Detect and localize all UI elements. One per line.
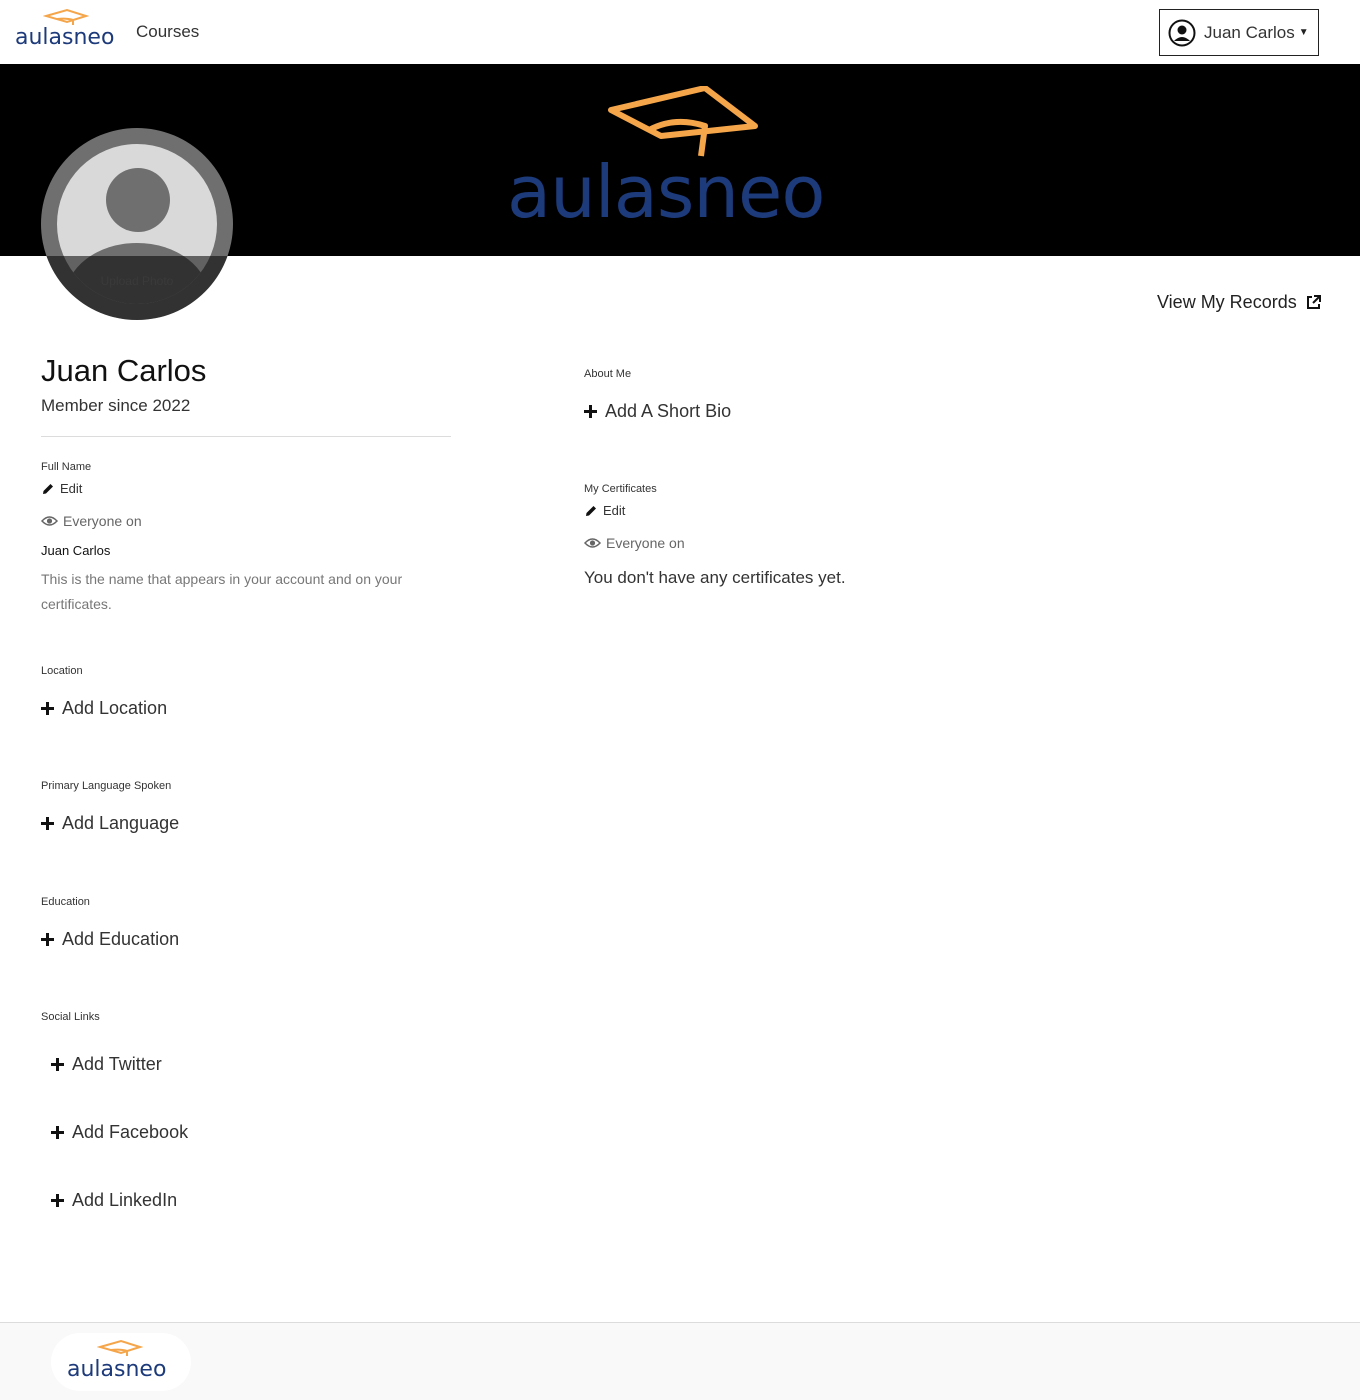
eye-icon bbox=[41, 516, 58, 526]
avatar-head bbox=[106, 168, 170, 232]
plus-icon bbox=[41, 702, 54, 715]
add-twitter-button[interactable]: Add Twitter bbox=[51, 1054, 162, 1075]
profile-avatar[interactable]: Upload Photo bbox=[41, 128, 233, 320]
full-name-value: Juan Carlos bbox=[41, 543, 111, 558]
banner-logo: aulasneo bbox=[505, 86, 855, 236]
upload-photo-overlay[interactable] bbox=[41, 256, 233, 320]
graduation-cap-icon bbox=[97, 1339, 143, 1356]
certificates-edit-label: Edit bbox=[603, 503, 626, 518]
user-menu-button[interactable]: Juan Carlos ▼ bbox=[1159, 9, 1319, 56]
plus-icon bbox=[51, 1058, 64, 1071]
nav-courses-link[interactable]: Courses bbox=[136, 22, 199, 42]
social-links-label: Social Links bbox=[41, 1011, 100, 1023]
profile-name: Juan Carlos bbox=[41, 353, 207, 388]
pencil-icon bbox=[586, 505, 596, 516]
view-my-records-link[interactable]: View My Records bbox=[1157, 292, 1321, 313]
add-location-label: Add Location bbox=[62, 698, 168, 718]
user-circle-icon bbox=[1168, 19, 1196, 46]
chevron-down-icon: ▼ bbox=[1298, 27, 1309, 38]
plus-icon bbox=[51, 1126, 64, 1139]
certificates-label: My Certificates bbox=[584, 483, 657, 495]
brand-wordmark: aulasneo bbox=[15, 25, 115, 50]
certificates-empty-message: You don't have any certificates yet. bbox=[584, 568, 846, 587]
plus-icon bbox=[41, 933, 54, 946]
add-twitter-label: Add Twitter bbox=[72, 1054, 162, 1074]
certificates-visibility-label: Everyone on bbox=[606, 535, 685, 551]
full-name-edit-button[interactable]: Edit bbox=[41, 481, 82, 496]
add-facebook-label: Add Facebook bbox=[72, 1122, 189, 1142]
plus-icon bbox=[41, 817, 54, 830]
certificates-visibility: Everyone on bbox=[584, 535, 685, 551]
footer-logo[interactable]: aulasneo bbox=[51, 1333, 191, 1391]
add-facebook-button[interactable]: Add Facebook bbox=[51, 1122, 188, 1143]
banner-wordmark: aulasneo bbox=[507, 150, 825, 234]
eye-icon bbox=[584, 538, 601, 548]
plus-icon bbox=[584, 405, 597, 418]
language-label: Primary Language Spoken bbox=[41, 780, 172, 792]
full-name-help: This is the name that appears in your ac… bbox=[41, 571, 403, 612]
header-logo[interactable]: aulasneo bbox=[15, 8, 119, 50]
add-language-button[interactable]: Add Language bbox=[41, 813, 179, 834]
user-menu-name: Juan Carlos bbox=[1204, 22, 1295, 42]
education-label: Education bbox=[41, 896, 90, 908]
site-header: aulasneo Courses Juan Carlos ▼ bbox=[0, 0, 1360, 64]
plus-icon bbox=[51, 1194, 64, 1207]
divider bbox=[41, 436, 451, 437]
full-name-visibility: Everyone on bbox=[41, 513, 142, 529]
add-bio-label: Add A Short Bio bbox=[605, 401, 732, 421]
footer-wordmark: aulasneo bbox=[67, 1357, 167, 1382]
add-education-button[interactable]: Add Education bbox=[41, 929, 179, 950]
pencil-icon bbox=[43, 483, 53, 494]
upload-photo-label[interactable]: Upload Photo bbox=[41, 274, 233, 288]
site-footer: aulasneo bbox=[0, 1322, 1360, 1400]
view-records-label: View My Records bbox=[1157, 292, 1297, 312]
add-language-label: Add Language bbox=[62, 813, 180, 833]
about-me-label: About Me bbox=[584, 368, 632, 380]
add-linkedin-label: Add LinkedIn bbox=[72, 1190, 178, 1210]
external-link-icon bbox=[1306, 295, 1321, 309]
add-education-label: Add Education bbox=[62, 929, 180, 949]
full-name-label: Full Name bbox=[41, 461, 92, 473]
certificates-edit-button[interactable]: Edit bbox=[584, 503, 625, 518]
full-name-visibility-label: Everyone on bbox=[63, 513, 142, 529]
add-linkedin-button[interactable]: Add LinkedIn bbox=[51, 1190, 177, 1211]
member-since: Member since 2022 bbox=[41, 396, 191, 415]
add-bio-button[interactable]: Add A Short Bio bbox=[584, 401, 731, 422]
location-label: Location bbox=[41, 665, 83, 677]
full-name-edit-label: Edit bbox=[60, 481, 83, 496]
add-location-button[interactable]: Add Location bbox=[41, 698, 167, 719]
